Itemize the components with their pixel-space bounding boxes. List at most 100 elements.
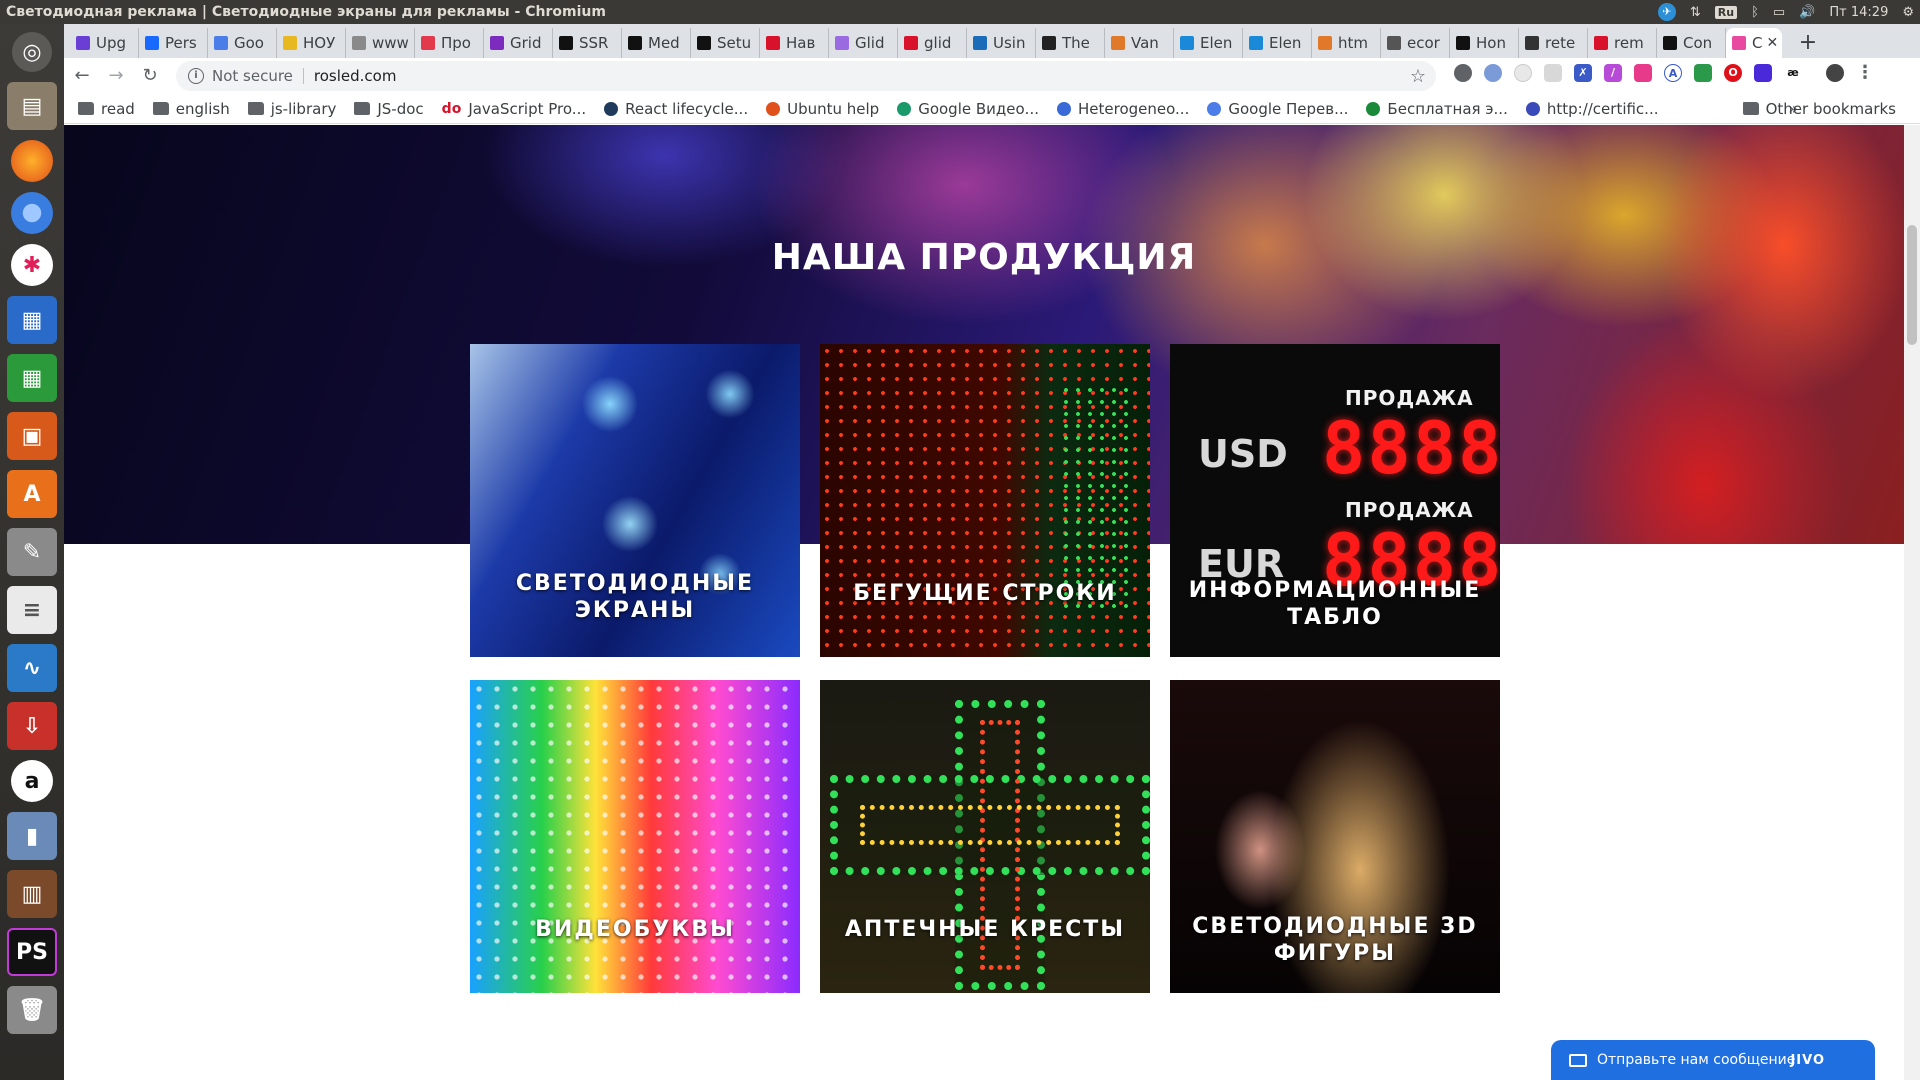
tab[interactable]: Pers bbox=[139, 28, 208, 58]
system-monitor-icon[interactable]: ∿ bbox=[7, 644, 57, 692]
extension-icon[interactable] bbox=[1754, 64, 1772, 82]
extension-icon[interactable] bbox=[1514, 64, 1532, 82]
slack-icon[interactable]: ✱ bbox=[11, 244, 53, 286]
bookmark-item[interactable]: Heterogeneo... bbox=[1057, 100, 1189, 118]
software-center-icon[interactable]: A bbox=[7, 470, 57, 518]
trash-icon[interactable]: 🗑 bbox=[7, 986, 57, 1034]
page-scrollbar[interactable] bbox=[1904, 125, 1920, 1080]
address-bar[interactable]: i Not secure rosled.com ☆ bbox=[176, 61, 1436, 91]
clock[interactable]: Пт 14:29 bbox=[1829, 5, 1888, 20]
tab[interactable]: Med bbox=[622, 28, 691, 58]
tab[interactable]: Usin bbox=[967, 28, 1036, 58]
product-card-info-boards[interactable]: ПРОДАЖА ПРОДАЖА USD EUR 8888 8888 ИНФОРМ… bbox=[1170, 344, 1500, 657]
extension-icon[interactable]: æ bbox=[1784, 64, 1802, 82]
extension-icon[interactable] bbox=[1634, 64, 1652, 82]
avatar[interactable] bbox=[1826, 64, 1844, 82]
bookmark-item[interactable]: english bbox=[152, 100, 230, 118]
tab[interactable]: ecor bbox=[1381, 28, 1450, 58]
tab[interactable]: НОУ bbox=[277, 28, 346, 58]
favicon-icon bbox=[1111, 36, 1125, 50]
url-text[interactable]: rosled.com bbox=[314, 67, 397, 85]
tab[interactable]: Про bbox=[415, 28, 484, 58]
writer-icon[interactable]: ▦ bbox=[7, 296, 57, 344]
chromium-icon[interactable] bbox=[11, 192, 53, 234]
tab[interactable]: Con bbox=[1657, 28, 1726, 58]
tab[interactable]: Hon bbox=[1450, 28, 1519, 58]
books-icon[interactable]: ▥ bbox=[7, 870, 57, 918]
tab[interactable]: rete bbox=[1519, 28, 1588, 58]
tab[interactable]: Van bbox=[1105, 28, 1174, 58]
telegram-icon[interactable]: ✈ bbox=[1657, 3, 1676, 21]
phpstorm-icon[interactable]: PS bbox=[7, 928, 57, 976]
tab[interactable]: Grid bbox=[484, 28, 553, 58]
calc-icon[interactable]: ▦ bbox=[7, 354, 57, 402]
info-icon[interactable]: i bbox=[188, 68, 204, 84]
settings-tools-icon[interactable]: ✎ bbox=[7, 528, 57, 576]
extension-icon[interactable]: / bbox=[1604, 64, 1622, 82]
network-transfer-icon[interactable]: ⇅ bbox=[1690, 5, 1701, 20]
tab[interactable]: Elen bbox=[1174, 28, 1243, 58]
bookmark-item[interactable]: js-library bbox=[247, 100, 336, 118]
tab[interactable]: Glid bbox=[829, 28, 898, 58]
tab-active[interactable]: С ✕ bbox=[1726, 28, 1782, 58]
bookmark-star-icon[interactable]: ☆ bbox=[1410, 66, 1426, 87]
tab[interactable]: Нав bbox=[760, 28, 829, 58]
bookmark-item[interactable]: Ubuntu help bbox=[766, 100, 879, 118]
favicon-icon bbox=[973, 36, 987, 50]
extension-icon[interactable]: A bbox=[1664, 64, 1682, 82]
product-card-pharmacy-crosses[interactable]: АПТЕЧНЫЕ КРЕСТЫ bbox=[820, 680, 1150, 993]
amazon-icon[interactable]: a bbox=[11, 760, 53, 802]
extension-icon[interactable] bbox=[1454, 64, 1472, 82]
tab[interactable]: Elen bbox=[1243, 28, 1312, 58]
bluetooth-icon[interactable]: ᛒ bbox=[1751, 5, 1759, 20]
extension-icon[interactable] bbox=[1484, 64, 1502, 82]
ubuntu-dash-icon[interactable]: ◎ bbox=[12, 32, 52, 72]
forward-button[interactable]: → bbox=[100, 60, 132, 92]
new-tab-button[interactable]: + bbox=[1792, 28, 1824, 58]
impress-icon[interactable]: ▣ bbox=[7, 412, 57, 460]
other-bookmarks[interactable]: Other bookmarks bbox=[1742, 100, 1896, 118]
tab[interactable]: Upg bbox=[70, 28, 139, 58]
tab[interactable]: www bbox=[346, 28, 415, 58]
opera-icon[interactable]: O bbox=[1724, 64, 1742, 82]
tab-label: Pers bbox=[165, 34, 197, 52]
tab-label: glid bbox=[924, 34, 952, 52]
bookmark-item[interactable]: Google Видео... bbox=[897, 100, 1039, 118]
tab[interactable]: htm bbox=[1312, 28, 1381, 58]
bookmark-item[interactable]: read bbox=[78, 100, 135, 118]
extension-icon[interactable] bbox=[1694, 64, 1712, 82]
tab[interactable]: rem bbox=[1588, 28, 1657, 58]
product-card-video-letters[interactable]: ВИДЕОБУКВЫ bbox=[470, 680, 800, 993]
keyboard-layout-indicator[interactable]: Ru bbox=[1714, 5, 1738, 19]
product-card-led-screens[interactable]: СВЕТОДИОДНЫЕ ЭКРАНЫ bbox=[470, 344, 800, 657]
tab[interactable]: Goo bbox=[208, 28, 277, 58]
installer-icon[interactable]: ⇩ bbox=[7, 702, 57, 750]
back-button[interactable]: ← bbox=[66, 60, 98, 92]
tab[interactable]: SSR bbox=[553, 28, 622, 58]
product-card-running-lines[interactable]: БЕГУЩИЕ СТРОКИ bbox=[820, 344, 1150, 657]
chat-widget[interactable]: Отправьте нам сообщение JIVO bbox=[1551, 1040, 1875, 1080]
battery-icon[interactable]: ▭ bbox=[1773, 5, 1785, 20]
close-tab-icon[interactable]: ✕ bbox=[1766, 35, 1778, 51]
tab[interactable]: Setu bbox=[691, 28, 760, 58]
bookmark-item[interactable]: Google Перев... bbox=[1207, 100, 1348, 118]
bookmark-item[interactable]: React lifecycle... bbox=[604, 100, 748, 118]
text-editor-icon[interactable]: ≡ bbox=[7, 586, 57, 634]
bookmark-item[interactable]: do JavaScript Pro... bbox=[442, 100, 586, 118]
reload-button[interactable]: ↻ bbox=[134, 60, 166, 92]
gear-icon[interactable]: ⚙ bbox=[1902, 5, 1914, 20]
volume-icon[interactable]: 🔊 bbox=[1799, 5, 1815, 20]
bookmark-item[interactable]: Бесплатная э... bbox=[1366, 100, 1508, 118]
bookmark-item[interactable]: JS-doc bbox=[354, 100, 424, 118]
menu-icon[interactable]: ⋮ bbox=[1856, 64, 1874, 82]
product-card-3d-figures[interactable]: СВЕТОДИОДНЫЕ 3D ФИГУРЫ bbox=[1170, 680, 1500, 993]
tab[interactable]: glid bbox=[898, 28, 967, 58]
firefox-icon[interactable] bbox=[11, 140, 53, 182]
thermometer-icon[interactable]: ▮ bbox=[7, 812, 57, 860]
scrollbar-thumb[interactable] bbox=[1907, 225, 1917, 345]
extension-icon[interactable]: ✗ bbox=[1574, 64, 1592, 82]
bookmark-item[interactable]: http://certific... bbox=[1525, 100, 1659, 118]
tab[interactable]: The bbox=[1036, 28, 1105, 58]
files-icon[interactable]: ▤ bbox=[7, 82, 57, 130]
extension-icon[interactable] bbox=[1544, 64, 1562, 82]
